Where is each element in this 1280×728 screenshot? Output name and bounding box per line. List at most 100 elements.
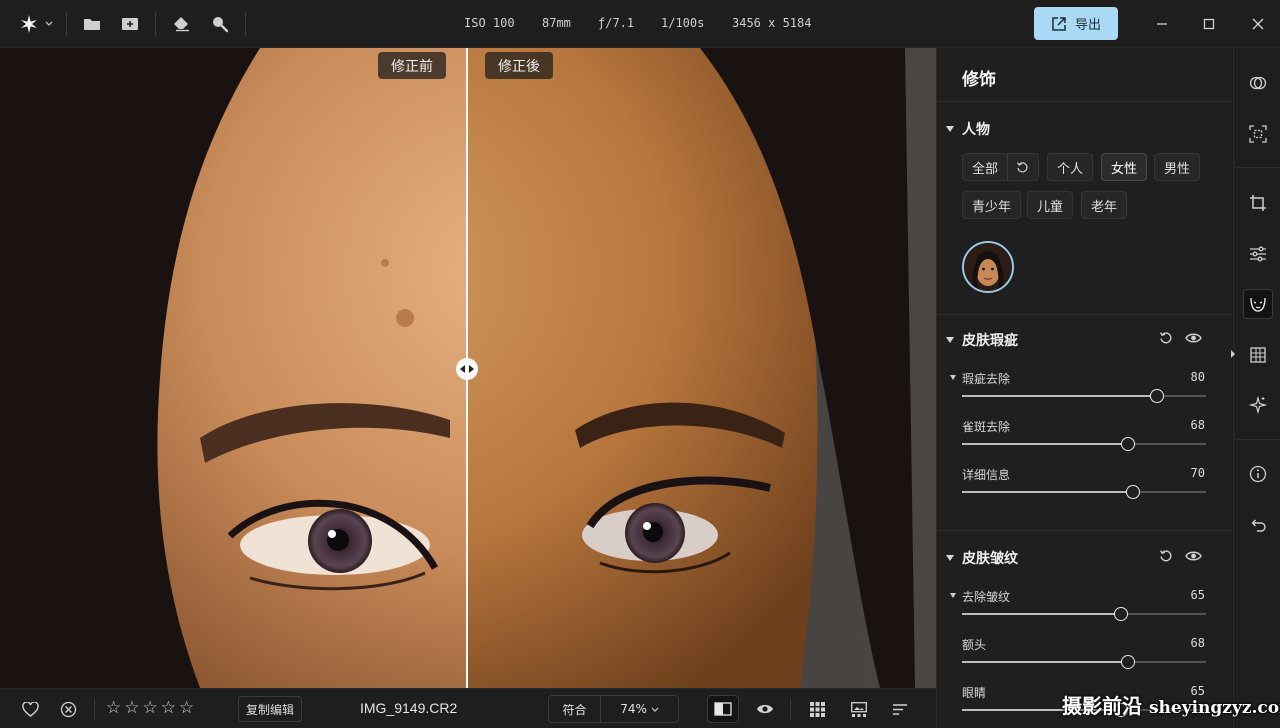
split-compare-button[interactable] [707, 695, 739, 723]
slider-thumb[interactable] [1120, 437, 1135, 451]
app-logo-icon [21, 15, 53, 33]
star-1-icon[interactable]: ☆ [106, 698, 121, 718]
bottom-bar: ☆ ☆ ☆ ☆ ☆ 复制编辑 IMG_9149.CR2 符合 74% [0, 688, 936, 728]
slider-label: 眼睛 [962, 686, 987, 700]
filmstrip-icon [851, 701, 867, 717]
export-icon [1052, 16, 1066, 31]
compare-divider-handle[interactable] [456, 358, 478, 380]
star-rating[interactable]: ☆ ☆ ☆ ☆ ☆ [106, 698, 194, 718]
app-menu-button[interactable] [16, 11, 56, 37]
skin-wrinkle-section-header[interactable]: 皮肤皱纹 [946, 548, 1018, 568]
sort-icon [893, 703, 907, 715]
chip-male[interactable]: 男性 [1154, 153, 1201, 181]
folder-icon [84, 19, 100, 30]
slider-track[interactable] [962, 485, 1206, 499]
slider-value[interactable]: 68 [1185, 636, 1205, 650]
slider-value[interactable]: 70 [1185, 466, 1205, 480]
star-2-icon[interactable]: ☆ [124, 698, 139, 718]
toggle-skin-wrinkle-visibility[interactable] [1185, 549, 1202, 567]
toolbar-separator [66, 12, 67, 36]
watermark: 摄影前沿 sheyingzyz.com [1062, 690, 1280, 719]
chip-female[interactable]: 女性 [1101, 153, 1148, 181]
slider-track[interactable] [962, 655, 1206, 669]
slider-fill [962, 613, 1121, 615]
reset-skin-wrinkle-button[interactable] [1159, 549, 1173, 567]
zoom-dropdown[interactable]: 74% [601, 702, 678, 716]
add-image-button[interactable] [117, 11, 143, 37]
toggle-skin-blemish-visibility[interactable] [1185, 331, 1202, 349]
rail-presets-button[interactable] [1243, 68, 1273, 98]
slider-fill [962, 443, 1128, 445]
slider-value[interactable]: 65 [1185, 588, 1205, 602]
rail-texture-button[interactable] [1243, 340, 1273, 370]
slider-track[interactable] [962, 607, 1206, 621]
slider-track[interactable] [962, 437, 1206, 451]
top-toolbar: ISO 100 87mm ƒ/7.1 1/100s 3456 x 5184 导出 [0, 0, 1280, 48]
grid-view-button[interactable] [806, 698, 828, 720]
copy-edit-button[interactable]: 复制编辑 [238, 696, 303, 722]
rail-select-subject-button[interactable] [1243, 119, 1273, 149]
zoom-control: 符合 74% [548, 695, 679, 723]
rail-retouch-button[interactable] [1243, 289, 1273, 319]
reject-button[interactable] [57, 698, 79, 720]
slider-value[interactable]: 80 [1185, 370, 1205, 384]
rail-ai-button[interactable] [1243, 390, 1273, 420]
rail-adjust-button[interactable] [1243, 239, 1273, 269]
slider-thumb[interactable] [1120, 655, 1135, 669]
sliders-icon [1250, 246, 1266, 262]
search-icon [213, 17, 229, 33]
reset-icon [1160, 332, 1172, 344]
fit-button[interactable]: 符合 [549, 696, 601, 722]
slider-value[interactable]: 68 [1185, 418, 1205, 432]
star-3-icon[interactable]: ☆ [143, 698, 158, 718]
star-5-icon[interactable]: ☆ [179, 698, 194, 718]
shutter-readout: 1/100s [661, 16, 705, 30]
iso-readout: ISO 100 [464, 16, 515, 30]
bottom-separator [790, 699, 791, 719]
slider-thumb[interactable] [1125, 485, 1140, 499]
slider-thumb[interactable] [1113, 607, 1128, 621]
skin-wrinkle-tools [1159, 549, 1202, 567]
face-avatar[interactable] [962, 241, 1014, 293]
search-button[interactable] [207, 11, 233, 37]
skin-wrinkle-heading: 皮肤皱纹 [962, 551, 1018, 567]
select-subject-icon [1249, 125, 1267, 143]
favorite-button[interactable] [19, 698, 41, 720]
close-button[interactable] [1247, 13, 1269, 35]
slider-fill [962, 395, 1158, 397]
slider-track[interactable] [962, 389, 1206, 403]
chip-child[interactable]: 儿童 [1027, 191, 1074, 219]
people-section-header[interactable]: 人物 [946, 119, 990, 139]
maximize-button[interactable] [1198, 13, 1220, 35]
export-button[interactable]: 导出 [1034, 7, 1118, 40]
chip-senior[interactable]: 老年 [1081, 191, 1128, 219]
sort-button[interactable] [889, 698, 911, 720]
eraser-button[interactable] [169, 11, 195, 37]
rail-crop-button[interactable] [1243, 188, 1273, 218]
heart-icon [21, 701, 39, 717]
add-image-icon [122, 18, 138, 30]
eye-icon [1185, 551, 1202, 561]
reject-icon [60, 701, 76, 717]
toolbar-separator [245, 12, 246, 36]
star-4-icon[interactable]: ☆ [161, 698, 176, 718]
preview-toggle-button[interactable] [754, 698, 776, 720]
drag-arrows-icon [460, 365, 474, 373]
chip-all[interactable]: 全部 [962, 153, 1040, 181]
rail-undo-button[interactable] [1243, 511, 1273, 541]
filmstrip-view-button[interactable] [848, 698, 870, 720]
reset-skin-blemish-button[interactable] [1159, 331, 1173, 349]
skin-blemish-heading: 皮肤瑕疵 [962, 333, 1018, 349]
slider-label: 瑕疵去除 [949, 372, 1011, 386]
chip-individual[interactable]: 个人 [1047, 153, 1094, 181]
skin-blemish-section-header[interactable]: 皮肤瑕疵 [946, 330, 1018, 350]
reset-people-button[interactable] [1007, 154, 1029, 180]
minimize-button[interactable] [1151, 13, 1173, 35]
open-folder-button[interactable] [79, 11, 105, 37]
bottom-separator [94, 699, 95, 719]
rail-info-button[interactable] [1243, 459, 1273, 489]
export-label: 导出 [1074, 18, 1101, 33]
slider-thumb[interactable] [1150, 389, 1165, 403]
eraser-icon [174, 17, 189, 32]
chip-teen[interactable]: 青少年 [962, 191, 1022, 219]
